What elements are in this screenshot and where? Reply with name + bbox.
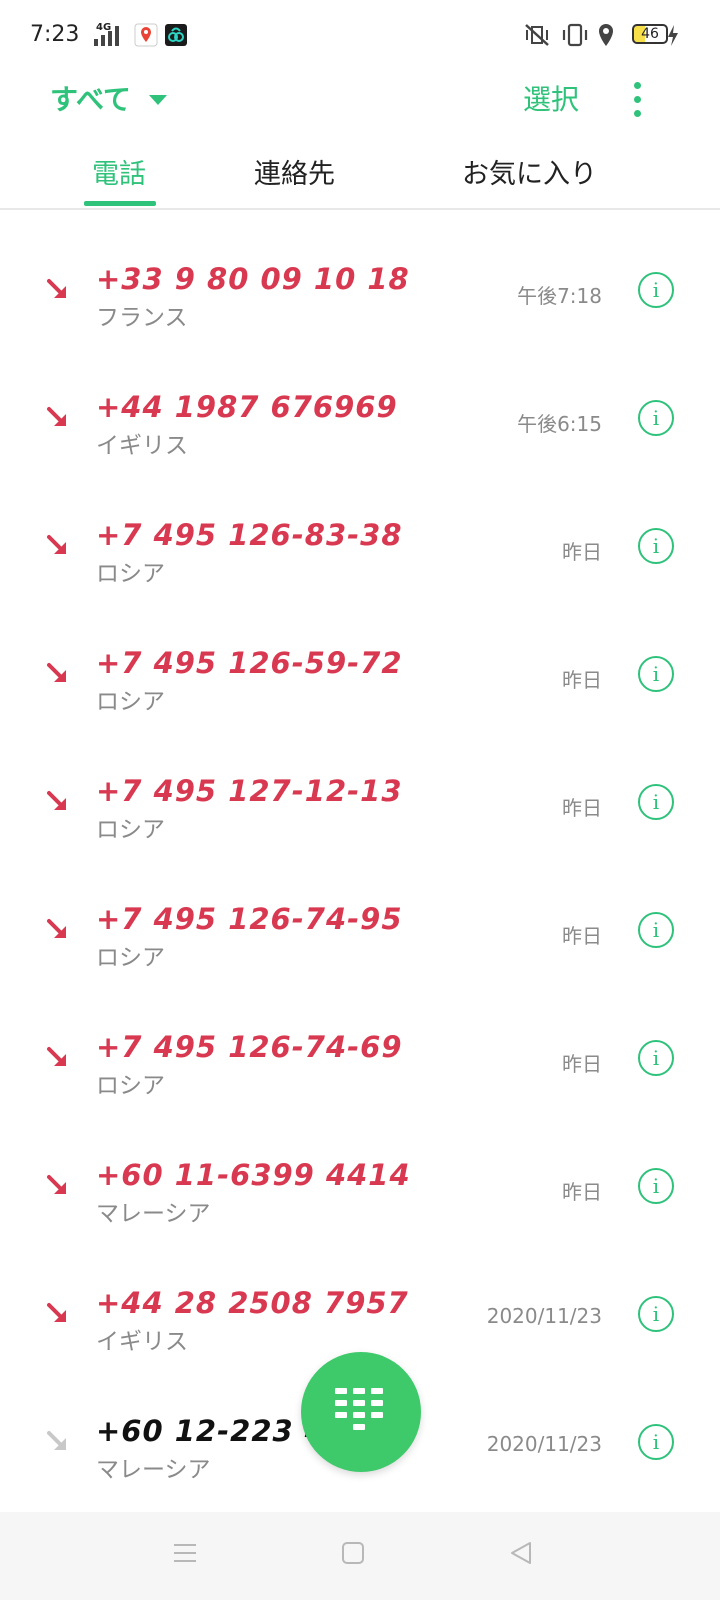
call-location: ロシア [96,1073,165,1099]
call-number: +7 495 126-74-69 [96,1030,403,1064]
mute-icon [525,24,549,46]
status-time: 7:23 [30,22,80,47]
info-icon[interactable]: i [638,528,674,564]
dialpad-icon [335,1388,383,1430]
call-number: +7 495 126-59-72 [96,646,403,680]
call-time: 2020/11/23 [486,1304,602,1328]
filter-label: すべて [50,83,131,116]
tab-favorites[interactable]: お気に入り [462,152,597,191]
info-icon[interactable]: i [638,1296,674,1332]
missed-call-icon [47,663,66,682]
call-location: ロシア [96,689,165,715]
call-number: +60 11-6399 4414 [96,1158,411,1192]
call-log-item[interactable]: +7 495 126-74-95 ロシア 昨日 i [0,872,720,1000]
call-number: +44 28 2508 7957 [96,1286,409,1320]
missed-call-icon [47,1303,66,1322]
charging-icon [668,25,678,46]
call-log-item[interactable]: +44 1987 676969 イギリス 午後6:15 i [0,360,720,488]
call-log-list: +33 9 80 09 10 18 フランス 午後7:18 i +44 1987 676… [0,232,720,1512]
tab-phone[interactable]: 電話 [92,152,146,191]
call-number: +7 495 126-83-38 [96,518,403,552]
tab-contacts[interactable]: 連絡先 [254,152,335,191]
filter-dropdown[interactable]: すべて [50,78,167,118]
call-location: イギリス [96,433,188,459]
info-icon[interactable]: i [638,400,674,436]
call-location: マレーシア [96,1457,211,1483]
info-icon[interactable]: i [638,272,674,308]
call-number: +7 495 127-12-13 [96,774,403,808]
call-time: 午後6:15 [517,412,602,436]
call-number: +7 495 126-74-95 [96,902,403,936]
dialpad-button[interactable] [301,1352,421,1472]
call-location: ロシア [96,945,165,971]
missed-call-icon [47,535,66,554]
menu-icon[interactable] [172,1540,198,1566]
info-icon[interactable]: i [638,784,674,820]
call-location: ロシア [96,817,165,843]
call-location: ロシア [96,561,165,587]
call-log-item[interactable]: +7 495 127-12-13 ロシア 昨日 i [0,744,720,872]
location-icon [599,24,613,46]
call-log-item[interactable]: +7 495 126-83-38 ロシア 昨日 i [0,488,720,616]
system-nav-bar [0,1512,720,1600]
call-location: マレーシア [96,1201,211,1227]
vibrate-icon [562,23,588,47]
app-icon [165,24,187,46]
select-button[interactable]: 選択 [523,78,579,118]
call-time: 昨日 [562,1052,602,1076]
home-icon[interactable] [340,1540,366,1566]
battery-icon: 46 [632,24,668,44]
missed-call-icon [47,919,66,938]
missed-call-icon [47,1047,66,1066]
info-icon[interactable]: i [638,1168,674,1204]
call-time: 午後7:18 [517,284,602,308]
back-icon[interactable] [508,1540,534,1566]
more-options-icon[interactable] [628,80,648,120]
call-log-item[interactable]: +7 495 126-59-72 ロシア 昨日 i [0,616,720,744]
active-tab-indicator [84,201,156,206]
call-time: 2020/11/23 [486,1432,602,1456]
info-icon[interactable]: i [638,1424,674,1460]
missed-call-icon [47,279,66,298]
network-label: 4G [96,22,112,33]
call-time: 昨日 [562,796,602,820]
call-time: 昨日 [562,1180,602,1204]
missed-call-icon [47,407,66,426]
missed-call-icon [47,1175,66,1194]
tab-bar: 電話 連絡先 お気に入り [0,140,720,210]
call-time: 昨日 [562,924,602,948]
call-time: 昨日 [562,668,602,692]
call-log-item[interactable]: +7 495 126-74-69 ロシア 昨日 i [0,1000,720,1128]
info-icon[interactable]: i [638,656,674,692]
call-log-item[interactable]: +60 11-6399 4414 マレーシア 昨日 i [0,1128,720,1256]
missed-call-icon [47,791,66,810]
status-bar: 7:23 4G 46 [0,0,720,72]
info-icon[interactable]: i [638,1040,674,1076]
call-location: イギリス [96,1329,188,1355]
incoming-call-icon [47,1431,66,1450]
call-number: +33 9 80 09 10 18 [96,262,410,296]
chevron-down-icon [148,95,167,105]
call-number: +44 1987 676969 [96,390,398,424]
call-location: フランス [96,305,188,331]
call-log-item[interactable]: +33 9 80 09 10 18 フランス 午後7:18 i [0,232,720,360]
call-time: 昨日 [562,540,602,564]
maps-icon [134,23,158,47]
info-icon[interactable]: i [638,912,674,948]
